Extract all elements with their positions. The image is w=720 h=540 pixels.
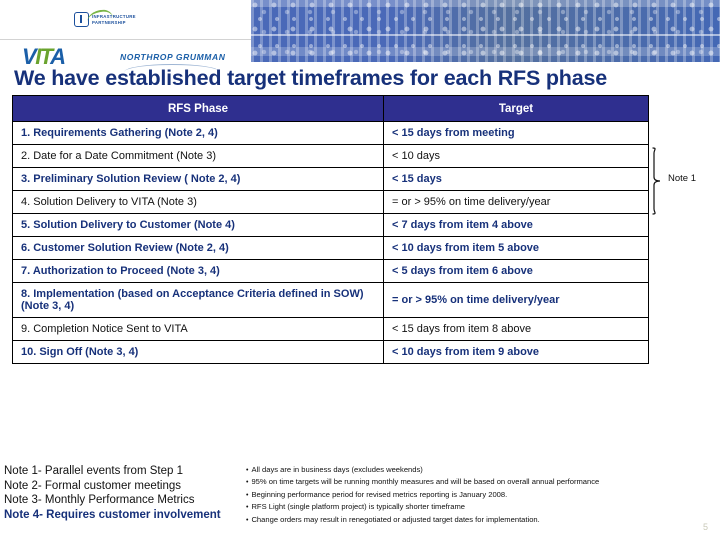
cell-target: < 10 days from item 9 above [383,340,649,364]
banner-divider-line [0,39,251,40]
cell-phase: 8. Implementation (based on Acceptance C… [12,282,384,318]
slide-number: 5 [702,522,708,532]
list-item: 95% on time targets will be running mont… [246,476,716,488]
cell-phase: 4. Solution Delivery to VITA (Note 3) [12,190,384,214]
list-item: Beginning performance period for revised… [246,489,716,501]
cell-phase: 10. Sign Off (Note 3, 4) [12,340,384,364]
table-row: 3. Preliminary Solution Review ( Note 2,… [12,167,649,191]
cell-phase: 6. Customer Solution Review (Note 2, 4) [12,236,384,260]
cell-target: < 5 days from item 6 above [383,259,649,283]
infrastructure-partnership-mark-icon [74,8,114,27]
list-item: All days are in business days (excludes … [246,464,716,476]
cell-phase: 1. Requirements Gathering (Note 2, 4) [12,121,384,145]
table-row: 7. Authorization to Proceed (Note 3, 4) … [12,259,649,283]
note-item: Note 3- Monthly Performance Metrics [4,494,195,506]
note-item: Note 1- Parallel events from Step 1 [4,465,183,477]
vita-logo: VITA [22,46,66,68]
cell-target: < 15 days from item 8 above [383,317,649,341]
list-item: RFS Light (single platform project) is t… [246,501,716,513]
cell-phase: 9. Completion Notice Sent to VITA [12,317,384,341]
infrastructure-partnership-logo: INFRASTRUCTURE PARTNERSHIP [74,8,136,27]
cell-phase: 7. Authorization to Proceed (Note 3, 4) [12,259,384,283]
cell-target: < 7 days from item 4 above [383,213,649,237]
table-row: 5. Solution Delivery to Customer (Note 4… [12,213,649,237]
note-item: Note 4- Requires customer involvement [4,508,221,521]
table-row: 6. Customer Solution Review (Note 2, 4) … [12,236,649,260]
banner-band-lower [251,47,720,56]
cell-target: < 15 days from meeting [383,121,649,145]
cell-target: < 15 days [383,167,649,191]
northrop-grumman-logo: NORTHROP GRUMMAN [120,52,226,62]
banner-band-middle [251,34,720,36]
cell-target: = or > 95% on time delivery/year [383,190,649,214]
table-row: 10. Sign Off (Note 3, 4) < 10 days from … [12,340,649,364]
cell-target: < 10 days [383,144,649,168]
table-row: 8. Implementation (based on Acceptance C… [12,282,649,318]
cell-target: = or > 95% on time delivery/year [383,282,649,318]
list-item: Change orders may result in renegotiated… [246,514,716,526]
slide-banner [0,0,720,62]
table-row: 4. Solution Delivery to VITA (Note 3) = … [12,190,649,214]
table-row: 2. Date for a Date Commitment (Note 3) <… [12,144,649,168]
banner-band-top [251,0,720,7]
cell-phase: 3. Preliminary Solution Review ( Note 2,… [12,167,384,191]
table-row: 9. Completion Notice Sent to VITA < 15 d… [12,317,649,341]
table-row: 1. Requirements Gathering (Note 2, 4) < … [12,121,649,145]
rfs-phase-target-table: RFS Phase Target 1. Requirements Gatheri… [12,95,649,364]
note1-callout-label: Note 1 [668,173,696,184]
column-header-rfs-phase: RFS Phase [12,95,384,122]
note1-brace-icon [652,147,661,215]
cell-phase: 5. Solution Delivery to Customer (Note 4… [12,213,384,237]
notes-legend: Note 1- Parallel events from Step 1 Note… [4,464,244,522]
footnote-bullet-list: All days are in business days (excludes … [246,464,716,526]
cell-target: < 10 days from item 5 above [383,236,649,260]
cell-phase: 2. Date for a Date Commitment (Note 3) [12,144,384,168]
table-header-row: RFS Phase Target [12,95,649,122]
page-title: We have established target timeframes fo… [14,66,608,90]
note-item: Note 2- Formal customer meetings [4,479,182,492]
column-header-target: Target [383,95,649,122]
